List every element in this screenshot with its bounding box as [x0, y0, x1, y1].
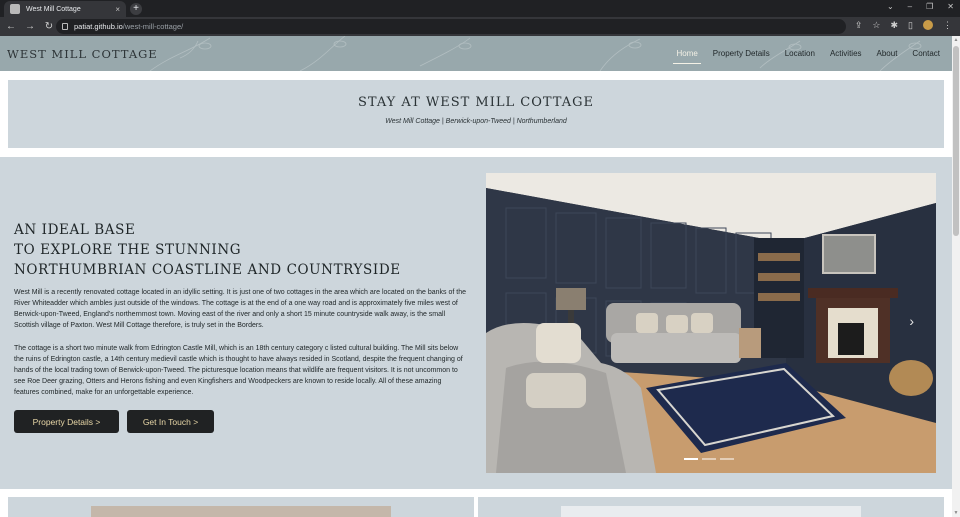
site-header: WEST MILL COTTAGE Home Property Details … — [0, 36, 952, 71]
scroll-up-icon[interactable]: ▲ — [953, 37, 959, 43]
card-right-image — [561, 506, 861, 517]
profile-avatar[interactable] — [923, 20, 933, 30]
hero-title: STAY AT WEST MILL COTTAGE — [357, 95, 595, 110]
back-icon[interactable]: ← — [3, 21, 19, 32]
intro-paragraph-2: The cottage is a short two minute walk f… — [14, 345, 463, 396]
restore-icon[interactable]: ❐ — [926, 2, 933, 11]
minimize-icon[interactable]: – — [908, 2, 912, 11]
hero-section: STAY AT WEST MILL COTTAGE West Mill Cott… — [0, 71, 952, 157]
hero-subtitle: West Mill Cottage | Berwick-upon-Tweed |… — [385, 118, 567, 125]
site-favicon-icon — [10, 4, 20, 14]
living-room-illustration — [486, 173, 936, 473]
url-path: /west-mill-cottage/ — [122, 22, 184, 31]
card-left-image — [91, 506, 391, 517]
extensions-icon[interactable]: ✱ — [891, 20, 899, 31]
main-nav: Home Property Details Location Activitie… — [673, 49, 940, 64]
cards-section — [0, 489, 952, 517]
tab-title: West Mill Cottage — [26, 5, 81, 13]
browser-toolbar: ← → ↻ patiat.github.io/west-mill-cottage… — [0, 17, 960, 36]
menu-kebab-icon[interactable]: ⋮ — [943, 20, 952, 31]
close-window-icon[interactable]: ✕ — [947, 2, 954, 11]
new-tab-button[interactable]: + — [130, 3, 142, 15]
scroll-thumb[interactable] — [953, 46, 959, 236]
toolbar-actions: ⇪ ☆ ✱ ▯ ⋮ — [855, 20, 952, 31]
intro-heading-line: TO EXPLORE THE STUNNING — [14, 242, 242, 258]
scroll-down-icon[interactable]: ▼ — [953, 510, 959, 516]
side-panel-icon[interactable]: ▯ — [908, 20, 913, 31]
window-controls: ⌄ – ❐ ✕ — [887, 2, 954, 11]
nav-about[interactable]: About — [877, 49, 898, 58]
carousel-dot[interactable] — [684, 458, 698, 460]
page-scrollbar[interactable]: ▲ ▼ — [952, 36, 960, 517]
browser-tab[interactable]: West Mill Cottage × — [4, 1, 126, 17]
tab-search-icon[interactable]: ⌄ — [887, 2, 894, 11]
share-icon[interactable]: ⇪ — [855, 20, 863, 31]
carousel-dot[interactable] — [720, 458, 734, 460]
bookmark-star-icon[interactable]: ☆ — [872, 20, 880, 31]
forward-icon[interactable]: → — [22, 21, 38, 32]
lock-icon[interactable] — [62, 23, 68, 30]
nav-location[interactable]: Location — [785, 49, 815, 58]
carousel-dot[interactable] — [702, 458, 716, 460]
carousel-next-icon[interactable]: › — [909, 313, 914, 329]
carousel-indicators — [684, 458, 734, 460]
card-left — [8, 497, 474, 517]
intro-heading-line: NORTHUMBRIAN COASTLINE AND COUNTRYSIDE — [14, 262, 401, 278]
nav-activities[interactable]: Activities — [830, 49, 862, 58]
intro-paragraph-1: West Mill is a recently renovated cottag… — [14, 289, 467, 329]
url-text: patiat.github.io/west-mill-cottage/ — [74, 22, 183, 31]
card-right — [478, 497, 944, 517]
hero-box: STAY AT WEST MILL COTTAGE West Mill Cott… — [8, 80, 944, 148]
address-bar[interactable]: patiat.github.io/west-mill-cottage/ — [56, 19, 846, 34]
get-in-touch-button[interactable]: Get In Touch > — [127, 410, 214, 433]
nav-home[interactable]: Home — [673, 49, 702, 64]
reload-icon[interactable]: ↻ — [41, 21, 57, 32]
intro-section: AN IDEAL BASE TO EXPLORE THE STUNNING NO… — [0, 157, 952, 489]
intro-heading: AN IDEAL BASE TO EXPLORE THE STUNNING NO… — [14, 220, 401, 280]
site-brand[interactable]: WEST MILL COTTAGE — [7, 47, 158, 61]
url-host: patiat.github.io — [74, 22, 123, 31]
intro-heading-line: AN IDEAL BASE — [14, 222, 136, 238]
tab-close-icon[interactable]: × — [115, 5, 120, 14]
living-room-photo: › — [486, 173, 936, 473]
nav-property-details[interactable]: Property Details — [713, 49, 770, 58]
browser-tab-bar: West Mill Cottage × + ⌄ – ❐ ✕ — [0, 0, 960, 17]
nav-contact[interactable]: Contact — [912, 49, 940, 58]
property-details-button[interactable]: Property Details > — [14, 410, 119, 433]
